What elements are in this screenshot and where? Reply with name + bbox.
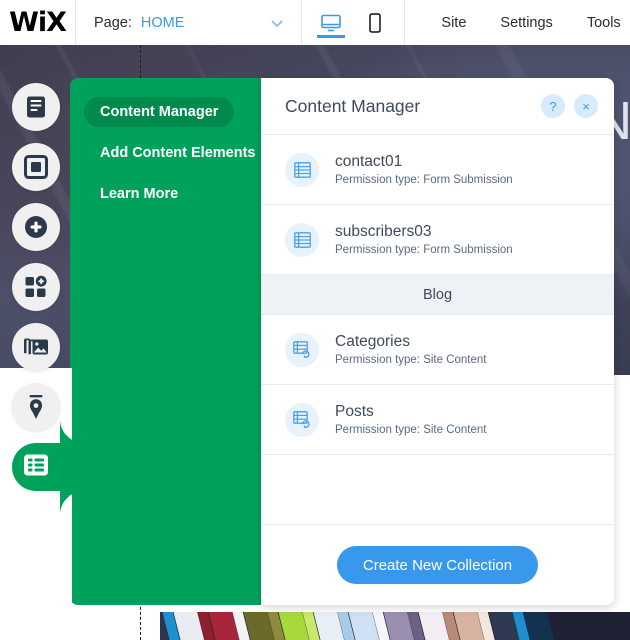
collection-text: Categories Permission type: Site Content xyxy=(335,333,487,366)
table-collection-icon xyxy=(285,222,319,257)
table-collection-icon xyxy=(285,152,319,187)
add-apps-icon xyxy=(24,275,48,299)
collections-list[interactable]: contact01 Permission type: Form Submissi… xyxy=(261,135,614,525)
menu-item-settings[interactable]: Settings xyxy=(500,15,552,31)
sidebar-item-background[interactable] xyxy=(12,143,60,191)
sidebar-item-my-uploads[interactable] xyxy=(12,323,60,371)
page-selector-label: Page: xyxy=(94,14,132,31)
flyout-row: Learn More xyxy=(70,179,262,220)
collection-row-subscribers03[interactable]: subscribers03 Permission type: Form Subm… xyxy=(261,205,614,275)
flyout-item-learn-more[interactable]: Learn More xyxy=(84,179,194,209)
close-button[interactable]: × xyxy=(574,94,598,118)
sidebar-item-add[interactable] xyxy=(12,203,60,251)
panel-header: Content Manager ? × xyxy=(261,78,614,135)
collection-name: subscribers03 xyxy=(335,223,432,240)
panel-title: Content Manager xyxy=(285,95,421,116)
wix-logo[interactable]: WiX xyxy=(0,0,75,45)
desktop-monitor-icon[interactable] xyxy=(317,8,346,38)
active-device-indicator xyxy=(317,34,346,38)
flyout-row: Add Content Elements xyxy=(70,138,262,179)
wix-logo-text: WiX xyxy=(9,7,67,38)
create-new-collection-button[interactable]: Create New Collection xyxy=(336,546,539,584)
pages-document-icon xyxy=(25,95,47,119)
collection-text: Posts Permission type: Site Content xyxy=(335,403,487,436)
screen-root: EXPERIENC WiX Page: HOME xyxy=(0,0,630,640)
help-button[interactable]: ? xyxy=(541,94,565,118)
close-x-icon: × xyxy=(582,98,590,114)
collection-permission: Permission type: Form Submission xyxy=(335,174,513,186)
blog-pen-nib-icon xyxy=(27,394,45,420)
collection-name: Categories xyxy=(335,333,410,350)
collection-row-posts[interactable]: Posts Permission type: Site Content xyxy=(261,385,614,455)
table-linked-collection-icon xyxy=(285,332,319,367)
background-square-icon xyxy=(24,155,48,179)
collection-text: subscribers03 Permission type: Form Subm… xyxy=(335,223,513,256)
collection-row-categories[interactable]: Categories Permission type: Site Content xyxy=(261,315,614,385)
page-selector-value: HOME xyxy=(140,14,185,31)
content-manager-flyout: Content Manager Add Content Elements Lea… xyxy=(70,78,262,605)
sidebar-item-pages[interactable] xyxy=(12,83,60,131)
device-switcher xyxy=(302,0,404,45)
chevron-down-icon[interactable] xyxy=(267,13,287,33)
content-manager-panel: Content Manager ? × contact01 Permission… xyxy=(261,78,614,605)
collection-group-header-blog: Blog xyxy=(261,275,614,315)
sidebar-item-add-apps[interactable] xyxy=(12,263,60,311)
flyout-row: Content Manager xyxy=(70,97,262,138)
top-toolbar: WiX Page: HOME Site Settings Tools xyxy=(0,0,630,45)
group-label: Blog xyxy=(422,286,453,303)
sidebar-item-blog[interactable] xyxy=(12,383,60,431)
collection-name: Posts xyxy=(335,403,374,420)
menu-item-site[interactable]: Site xyxy=(441,15,466,31)
main-menu: Site Settings Tools xyxy=(405,0,620,45)
left-tool-rail xyxy=(0,45,84,640)
flyout-item-add-content-elements[interactable]: Add Content Elements xyxy=(84,138,271,168)
mobile-phone-icon[interactable] xyxy=(362,8,388,38)
sidebar-item-content-manager[interactable] xyxy=(12,443,84,491)
collection-permission: Permission type: Site Content xyxy=(335,354,487,366)
collection-name: contact01 xyxy=(335,153,403,170)
my-uploads-image-icon xyxy=(23,336,49,358)
collection-text: contact01 Permission type: Form Submissi… xyxy=(335,153,513,186)
menu-item-tools[interactable]: Tools xyxy=(587,15,621,31)
question-mark-icon: ? xyxy=(549,98,557,114)
collection-row-contact01[interactable]: contact01 Permission type: Form Submissi… xyxy=(261,135,614,205)
content-manager-table-icon xyxy=(23,452,49,483)
collection-permission: Permission type: Site Content xyxy=(335,424,487,436)
table-linked-collection-icon xyxy=(285,402,319,437)
collection-permission: Permission type: Form Submission xyxy=(335,244,513,256)
page-selector[interactable]: Page: HOME xyxy=(76,0,301,45)
panel-footer: Create New Collection xyxy=(261,525,614,605)
flyout-item-content-manager[interactable]: Content Manager xyxy=(84,97,235,127)
collection-row-empty xyxy=(261,455,614,525)
add-plus-icon xyxy=(24,215,48,239)
color-swatches-image xyxy=(160,612,630,640)
